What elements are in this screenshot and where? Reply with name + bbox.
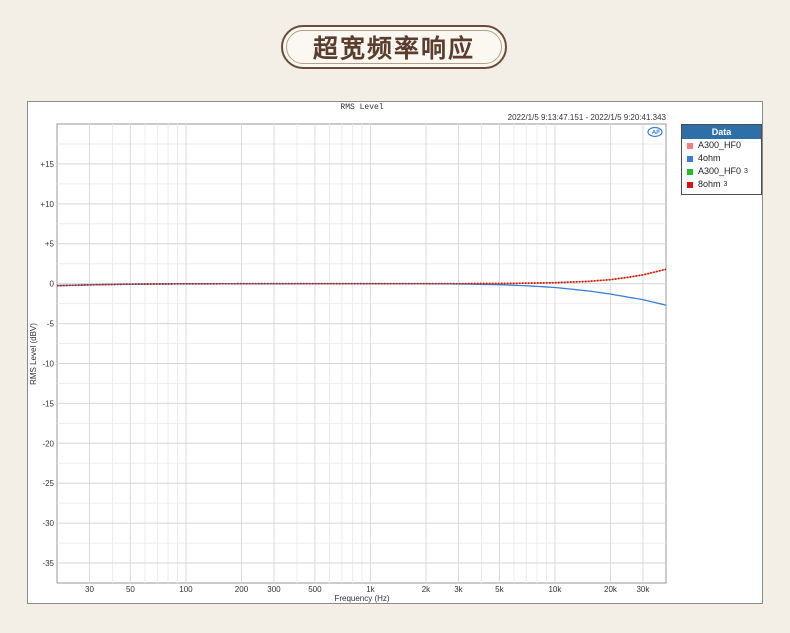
x-axis-label: Frequency (Hz) [334, 594, 389, 603]
x-tick-label: 100 [179, 585, 193, 594]
legend-label: A300_HF0 [698, 140, 742, 150]
x-tick-label: 2k [422, 585, 431, 594]
y-tick-label: +15 [40, 160, 54, 169]
y-tick-label: -25 [42, 479, 54, 488]
legend-item: 8ohm 3 [682, 178, 761, 191]
legend-item: A300_HF0 [682, 139, 761, 152]
x-tick-label: 30k [636, 585, 650, 594]
legend-sub-label: 3 [723, 181, 728, 188]
legend-label: 8ohm [698, 179, 721, 189]
legend-label: 4ohm [698, 153, 721, 163]
chart-timestamp: 2022/1/5 9:13:47.151 - 2022/1/5 9:20:41.… [508, 113, 667, 122]
legend-swatch [687, 181, 693, 188]
y-tick-label: -5 [47, 320, 55, 329]
x-tick-label: 10k [548, 585, 562, 594]
y-tick-label: +10 [40, 200, 54, 209]
legend-label: A300_HF0 [698, 166, 742, 176]
x-tick-label: 300 [267, 585, 281, 594]
y-tick-label: +5 [45, 240, 55, 249]
x-tick-label: 3k [454, 585, 463, 594]
legend-item: A300_HF0 3 [682, 165, 761, 178]
legend-item: 4ohm [682, 152, 761, 165]
y-tick-label: -20 [42, 439, 54, 448]
y-tick-label: -10 [42, 359, 54, 368]
y-axis-label: RMS Level (dBV) [29, 323, 38, 385]
y-tick-label: -35 [42, 559, 54, 568]
x-tick-label: 200 [235, 585, 249, 594]
legend-header: Data [682, 125, 761, 139]
y-tick-label: -30 [42, 519, 54, 528]
frequency-response-chart: RMS Level 2022/1/5 9:13:47.151 - 2022/1/… [29, 103, 667, 603]
y-tick-label: -15 [42, 399, 54, 408]
legend-swatch [687, 155, 693, 162]
chart-legend: Data A300_HF0 4ohm A300_HF0 3 8ohm 3 [681, 124, 762, 195]
legend-swatch [687, 142, 693, 149]
legend-sub-label: 3 [744, 168, 748, 175]
y-tick-label: 0 [50, 280, 55, 289]
x-tick-label: 500 [308, 585, 322, 594]
chart-title: RMS Level [340, 103, 383, 112]
x-tick-label: 30 [85, 585, 94, 594]
x-tick-label: 50 [126, 585, 135, 594]
x-tick-label: 20k [604, 585, 618, 594]
legend-swatch [687, 168, 693, 175]
x-tick-label: 1k [366, 585, 375, 594]
x-tick-label: 5k [495, 585, 504, 594]
